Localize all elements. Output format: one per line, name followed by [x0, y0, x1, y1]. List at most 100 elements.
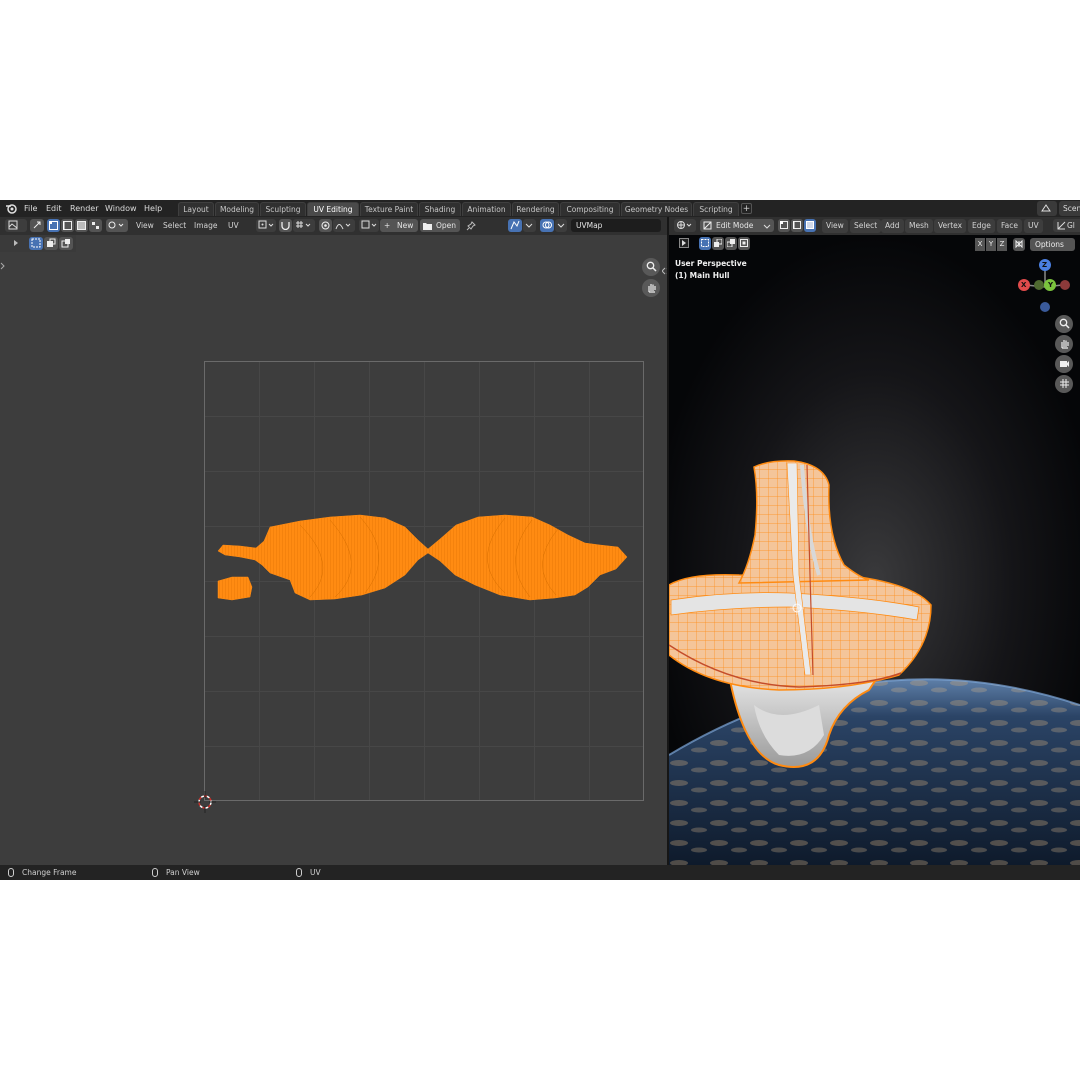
- menu-render[interactable]: Render: [70, 200, 98, 217]
- snap-target-dropdown[interactable]: [293, 219, 315, 232]
- vp-menu-mesh[interactable]: Mesh: [905, 219, 933, 233]
- scene-icon: [1041, 204, 1051, 212]
- mode-label: Edit Mode: [716, 221, 754, 230]
- vp-menu-add[interactable]: Add: [881, 219, 904, 233]
- mode-selector[interactable]: Edit Mode: [700, 219, 774, 232]
- uvmap-selector[interactable]: UVMap: [571, 219, 661, 232]
- tool-arrow-icon[interactable]: [12, 239, 20, 247]
- chevron-down-icon: [557, 223, 565, 228]
- uv-vertex-select-button[interactable]: [47, 219, 60, 232]
- options-dropdown[interactable]: Options: [1030, 238, 1075, 251]
- uv-menu-view[interactable]: View: [136, 219, 154, 233]
- chevron-down-icon: [763, 224, 771, 229]
- mirror-x-toggle[interactable]: X: [975, 238, 985, 251]
- status-uv: UV: [310, 868, 321, 877]
- vp-select-mode-intersect[interactable]: [738, 237, 750, 250]
- vp-menu-uv[interactable]: UV: [1024, 219, 1043, 233]
- menu-window[interactable]: Window: [105, 200, 137, 217]
- status-change-frame: Change Frame: [22, 868, 77, 877]
- vp-menu-vertex[interactable]: Vertex: [934, 219, 967, 233]
- uv-sync-selection-button[interactable]: [30, 219, 44, 232]
- viewport-perspective-label: User Perspective: [675, 259, 747, 268]
- scene-selector[interactable]: Scen: [1059, 201, 1080, 216]
- pivot-icon: [258, 220, 274, 229]
- uv-menu-uv[interactable]: UV: [228, 219, 239, 233]
- proportional-edit-toggle[interactable]: [319, 219, 332, 232]
- sticky-selection-dropdown[interactable]: [106, 219, 128, 232]
- tab-scripting[interactable]: Scripting: [693, 202, 739, 216]
- uv-tool-header: [0, 235, 76, 252]
- vp-menu-edge[interactable]: Edge: [968, 219, 995, 233]
- tab-modeling[interactable]: Modeling: [215, 202, 259, 216]
- folder-icon: [423, 223, 432, 230]
- uv-face-select-button[interactable]: [75, 219, 88, 232]
- new-image-button[interactable]: + New: [380, 219, 418, 232]
- uv-islands-icon: [510, 220, 520, 230]
- tab-animation[interactable]: Animation: [462, 202, 511, 216]
- tab-geometry-nodes[interactable]: Geometry Nodes: [621, 202, 692, 216]
- tab-texture-paint[interactable]: Texture Paint: [360, 202, 418, 216]
- uv-display-dropdown[interactable]: [523, 219, 536, 232]
- gizmo-y-label: Y: [1048, 281, 1054, 289]
- vp-menu-face[interactable]: Face: [997, 219, 1022, 233]
- pivot-point-dropdown[interactable]: [256, 219, 276, 232]
- tab-compositing[interactable]: Compositing: [560, 202, 620, 216]
- uv-islands[interactable]: [0, 235, 667, 865]
- editor-type-button[interactable]: [5, 219, 27, 232]
- vp-zoom-button[interactable]: [1055, 315, 1073, 333]
- image-browse-dropdown[interactable]: [359, 219, 379, 232]
- tab-rendering[interactable]: Rendering: [512, 202, 559, 216]
- vp-select-mode-extend[interactable]: [712, 237, 724, 250]
- select-box-mode-new[interactable]: [29, 237, 43, 250]
- open-image-button[interactable]: Open: [420, 219, 460, 232]
- collapse-arrows-icon[interactable]: [662, 267, 667, 275]
- 2d-cursor-icon[interactable]: [194, 791, 216, 813]
- overlays-dropdown[interactable]: [555, 219, 567, 232]
- tab-uv-editing[interactable]: UV Editing: [307, 202, 359, 216]
- 3d-viewport[interactable]: X Y Z Options User Perspective (1) Main …: [669, 235, 1080, 865]
- uv-sticky-mode-button[interactable]: [508, 219, 522, 232]
- zoom-view-button[interactable]: [642, 258, 660, 276]
- select-box-mode-extend[interactable]: [44, 237, 58, 250]
- mouse-right-icon: [296, 868, 302, 877]
- mirror-y-toggle[interactable]: Y: [986, 238, 996, 251]
- tab-shading[interactable]: Shading: [419, 202, 461, 216]
- select-box-mode-subtract[interactable]: [59, 237, 73, 250]
- snap-toggle[interactable]: [279, 219, 292, 232]
- uv-edge-select-button[interactable]: [61, 219, 74, 232]
- add-workspace-button[interactable]: +: [741, 203, 752, 214]
- uv-menu-select[interactable]: Select: [163, 219, 186, 233]
- face-select-mode-button[interactable]: [804, 219, 816, 232]
- pan-view-button[interactable]: [642, 279, 660, 297]
- butterfly-icon: [1015, 239, 1023, 249]
- tab-layout[interactable]: Layout: [178, 202, 214, 216]
- vp-menu-select[interactable]: Select: [850, 219, 882, 233]
- uv-island-select-button[interactable]: [89, 219, 102, 232]
- scene-icon-button[interactable]: [1037, 201, 1057, 216]
- status-bar: Change Frame Pan View UV: [0, 865, 1080, 880]
- blender-logo-icon[interactable]: [5, 203, 17, 214]
- menu-file[interactable]: File: [24, 200, 37, 217]
- tool-arrow-icon[interactable]: [679, 238, 689, 248]
- vp-camera-button[interactable]: [1055, 355, 1073, 373]
- vp-pan-button[interactable]: [1055, 335, 1073, 353]
- menu-edit[interactable]: Edit: [46, 200, 62, 217]
- auto-merge-toggle[interactable]: [1013, 238, 1025, 251]
- face-select-icon: [806, 221, 814, 229]
- vp-ortho-toggle-button[interactable]: [1055, 375, 1073, 393]
- proportional-falloff-dropdown[interactable]: [333, 219, 355, 232]
- mirror-z-toggle[interactable]: Z: [997, 238, 1007, 251]
- tab-sculpting[interactable]: Sculpting: [260, 202, 306, 216]
- pin-icon[interactable]: [466, 221, 476, 231]
- uv-editor-canvas[interactable]: [0, 235, 667, 865]
- top-bar: File Edit Render Window Help Layout Mode…: [0, 200, 1080, 217]
- overlays-toggle[interactable]: [540, 219, 554, 232]
- vertex-select-mode-button[interactable]: [778, 219, 790, 232]
- edge-select-mode-button[interactable]: [791, 219, 803, 232]
- vp-menu-view[interactable]: View: [822, 219, 848, 233]
- menu-help[interactable]: Help: [144, 200, 162, 217]
- vp-select-mode-new[interactable]: [699, 237, 711, 250]
- uv-menu-image[interactable]: Image: [194, 219, 218, 233]
- viewport-editor-type-button[interactable]: [674, 219, 696, 232]
- vp-select-mode-subtract[interactable]: [725, 237, 737, 250]
